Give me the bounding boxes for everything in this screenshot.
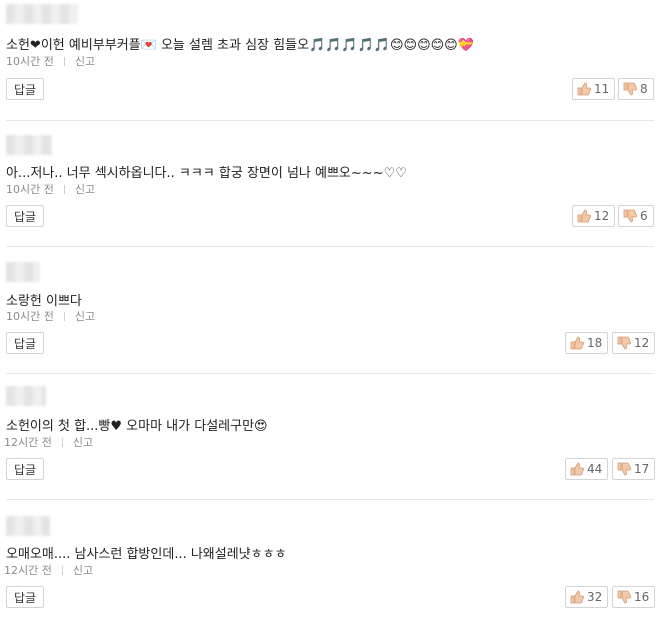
reply-button[interactable]: 답글 (6, 458, 44, 480)
comment-meta: 10시간 전 신고 (6, 53, 95, 69)
dislike-button[interactable]: 8 (618, 78, 654, 100)
meta-divider (61, 566, 63, 575)
comment-meta: 12시간 전 신고 (4, 434, 93, 450)
thumbs-up-icon (577, 209, 591, 223)
comment-divider (6, 373, 654, 374)
dislike-count: 6 (640, 209, 648, 223)
blurred-username (6, 4, 78, 24)
dislike-count: 16 (634, 590, 650, 604)
meta-divider (63, 312, 65, 321)
comment-list: 소헌❤이헌 예비부부커플💌 오늘 설렘 초과 심장 힘들오🎵🎵🎵🎵🎵😊😊😊😊😊💝… (0, 0, 658, 627)
report-link[interactable]: 신고 (75, 310, 95, 323)
like-button[interactable]: 32 (565, 586, 609, 608)
like-count: 44 (587, 462, 603, 476)
thumbs-down-icon (623, 209, 637, 223)
comment-meta: 12시간 전 신고 (4, 562, 93, 578)
comment-divider (6, 246, 654, 247)
comment-meta: 10시간 전 신고 (6, 308, 95, 324)
report-link[interactable]: 신고 (73, 564, 93, 577)
blurred-username (6, 386, 46, 406)
meta-divider (61, 438, 63, 447)
thumbs-up-icon (570, 590, 584, 604)
dislike-button[interactable]: 16 (612, 586, 656, 608)
reply-button[interactable]: 답글 (6, 78, 44, 100)
report-link[interactable]: 신고 (75, 55, 95, 68)
like-count: 11 (594, 82, 610, 96)
reply-button[interactable]: 답글 (6, 332, 44, 354)
comment-time: 12시간 전 (4, 564, 52, 577)
meta-divider (63, 57, 65, 66)
like-button[interactable]: 11 (572, 78, 616, 100)
thumbs-up-icon (570, 462, 584, 476)
like-button[interactable]: 12 (572, 205, 616, 227)
dislike-count: 12 (634, 336, 650, 350)
comment-text: 소헌❤이헌 예비부부커플💌 오늘 설렘 초과 심장 힘들오🎵🎵🎵🎵🎵😊😊😊😊😊💝 (6, 38, 474, 53)
comment-text: 오매오매.... 남사스런 합방인데... 나왜설레냣ㅎㅎㅎ (6, 547, 287, 562)
like-count: 12 (594, 209, 610, 223)
dislike-count: 8 (640, 82, 648, 96)
blurred-username (6, 262, 40, 282)
comment-time: 10시간 전 (6, 55, 54, 68)
comment-text: 소랑헌 이쁘다 (6, 294, 82, 309)
report-link[interactable]: 신고 (75, 183, 95, 196)
thumbs-up-icon (577, 82, 591, 96)
comment-time: 10시간 전 (6, 183, 54, 196)
thumbs-down-icon (623, 82, 637, 96)
thumbs-down-icon (617, 590, 631, 604)
thumbs-down-icon (617, 336, 631, 350)
like-button[interactable]: 18 (565, 332, 609, 354)
thumbs-down-icon (617, 462, 631, 476)
like-button[interactable]: 44 (565, 458, 609, 480)
thumbs-up-icon (570, 336, 584, 350)
dislike-button[interactable]: 6 (618, 205, 654, 227)
like-count: 18 (587, 336, 603, 350)
dislike-button[interactable]: 12 (612, 332, 656, 354)
comment-time: 10시간 전 (6, 310, 54, 323)
comment-divider (6, 120, 654, 121)
blurred-username (6, 135, 52, 155)
comment-meta: 10시간 전 신고 (6, 181, 95, 197)
reply-button[interactable]: 답글 (6, 205, 44, 227)
dislike-count: 17 (634, 462, 650, 476)
like-count: 32 (587, 590, 603, 604)
comment-divider (6, 499, 654, 500)
comment-time: 12시간 전 (4, 436, 52, 449)
dislike-button[interactable]: 17 (612, 458, 656, 480)
comment-text: 소헌이의 첫 합...빵♥ 오마마 내가 다설레구만😍 (6, 419, 268, 434)
blurred-username (6, 516, 50, 536)
report-link[interactable]: 신고 (73, 436, 93, 449)
meta-divider (63, 185, 65, 194)
comment-text: 아...저나.. 너무 섹시하옵니다.. ㅋㅋㅋ 합궁 장면이 넘나 예쁘오~~… (6, 166, 407, 181)
reply-button[interactable]: 답글 (6, 586, 44, 608)
